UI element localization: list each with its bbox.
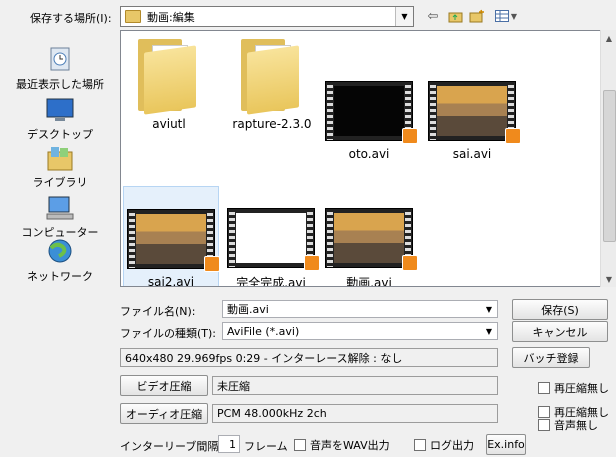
network-icon	[45, 238, 75, 266]
batch-register-button[interactable]: バッチ登録	[512, 347, 590, 368]
video-codec-field: 未圧縮	[212, 376, 498, 395]
no-recompress-video-checkbox[interactable]: 再圧縮無し	[538, 380, 609, 396]
interleave-input[interactable]: 1	[218, 435, 240, 453]
location-value: 動画:編集	[147, 10, 195, 24]
up-folder-icon[interactable]	[446, 8, 464, 24]
file-item[interactable]: aviutl	[121, 39, 217, 131]
folder-icon	[241, 39, 303, 115]
chevron-down-icon[interactable]: ▼	[395, 7, 413, 26]
desktop-icon	[45, 96, 75, 124]
filetype-label: ファイルの種類(T):	[120, 327, 217, 340]
place-label: デスクトップ	[27, 128, 93, 141]
filetype-select[interactable]: AviFile (*.avi) ▼	[222, 322, 498, 340]
place-recent[interactable]: 最近表示した場所	[4, 46, 116, 92]
file-name: rapture-2.3.0	[232, 117, 312, 131]
exinfo-button[interactable]: Ex.info	[486, 434, 526, 455]
video-thumbnail	[325, 208, 418, 271]
interleave-unit: フレーム	[244, 440, 288, 453]
wav-output-checkbox[interactable]: 音声をWAV出力	[294, 437, 390, 453]
place-network[interactable]: ネットワーク	[4, 238, 116, 284]
play-icon	[204, 256, 220, 272]
video-thumbnail	[325, 81, 418, 144]
recent-places-icon	[45, 46, 75, 74]
scroll-up-icon[interactable]: ▲	[601, 30, 616, 46]
save-in-label: 保存する場所(I):	[30, 12, 112, 25]
checkbox-box[interactable]	[538, 382, 550, 394]
checkbox-box[interactable]	[294, 439, 306, 451]
interleave-label: インターリーブ間隔 :	[120, 440, 226, 453]
file-item[interactable]: oto.avi	[321, 81, 418, 161]
file-item-selected[interactable]: sai2.avi	[123, 186, 220, 287]
chevron-down-icon[interactable]: ▼	[481, 323, 497, 339]
filename-label: ファイル名(N):	[120, 305, 196, 318]
play-icon	[505, 128, 521, 144]
vertical-scrollbar[interactable]: ▲ ▼	[600, 30, 616, 287]
filename-input[interactable]: 動画.avi ▼	[222, 300, 498, 318]
play-icon	[402, 128, 418, 144]
file-name: sai2.avi	[147, 275, 195, 287]
audio-codec-field: PCM 48.000kHz 2ch	[212, 404, 498, 423]
filetype-value: AviFile (*.avi)	[227, 324, 300, 338]
video-thumbnail	[227, 208, 320, 271]
no-audio-checkbox[interactable]: 音声無し	[538, 417, 598, 433]
folder-icon	[138, 39, 200, 115]
file-list[interactable]: aviutl rapture-2.3.0 oto.avi sai.avi sai…	[120, 30, 616, 287]
computer-icon	[45, 194, 75, 222]
scroll-thumb[interactable]	[603, 90, 616, 242]
file-item[interactable]: rapture-2.3.0	[224, 39, 320, 131]
place-label: ライブラリ	[32, 176, 88, 189]
chevron-down-icon[interactable]: ▼	[481, 301, 497, 317]
new-folder-icon[interactable]	[468, 8, 486, 24]
checkbox-box[interactable]	[414, 439, 426, 451]
place-desktop[interactable]: デスクトップ	[4, 96, 116, 142]
back-arrow-icon[interactable]: ⇦	[424, 8, 442, 24]
file-name: oto.avi	[348, 147, 390, 161]
checkbox-box[interactable]	[538, 419, 550, 431]
file-item[interactable]: sai.avi	[424, 81, 521, 161]
file-name: aviutl	[152, 117, 186, 131]
place-libraries[interactable]: ライブラリ	[4, 144, 116, 190]
folder-icon	[125, 10, 141, 23]
video-thumbnail	[428, 81, 521, 144]
video-thumbnail	[127, 209, 220, 272]
audio-compress-button[interactable]: オーディオ圧縮	[120, 403, 208, 424]
file-name: sai.avi	[452, 147, 492, 161]
filename-value: 動画.avi	[227, 303, 269, 316]
place-computer[interactable]: コンピューター	[4, 194, 116, 240]
cancel-button[interactable]: キャンセル	[512, 321, 608, 342]
file-item[interactable]: 完全完成.avi	[223, 208, 320, 287]
file-name: 完全完成.avi	[236, 276, 306, 287]
location-combo[interactable]: 動画:編集 ▼	[120, 6, 414, 27]
scroll-down-icon[interactable]: ▼	[601, 271, 616, 287]
save-button[interactable]: 保存(S)	[512, 299, 608, 320]
libraries-icon	[45, 144, 75, 172]
play-icon	[402, 255, 418, 271]
video-compress-button[interactable]: ビデオ圧縮	[120, 375, 208, 396]
view-menu-icon[interactable]: ▼	[490, 8, 522, 24]
place-label: 最近表示した場所	[16, 78, 104, 91]
file-item[interactable]: 動画.avi	[321, 208, 418, 287]
place-label: ネットワーク	[27, 270, 93, 283]
play-icon	[304, 255, 320, 271]
video-info-field: 640x480 29.969fps 0:29 - インターレース解除 : なし	[120, 348, 498, 367]
log-output-checkbox[interactable]: ログ出力	[414, 437, 474, 453]
file-name: 動画.avi	[346, 276, 392, 287]
